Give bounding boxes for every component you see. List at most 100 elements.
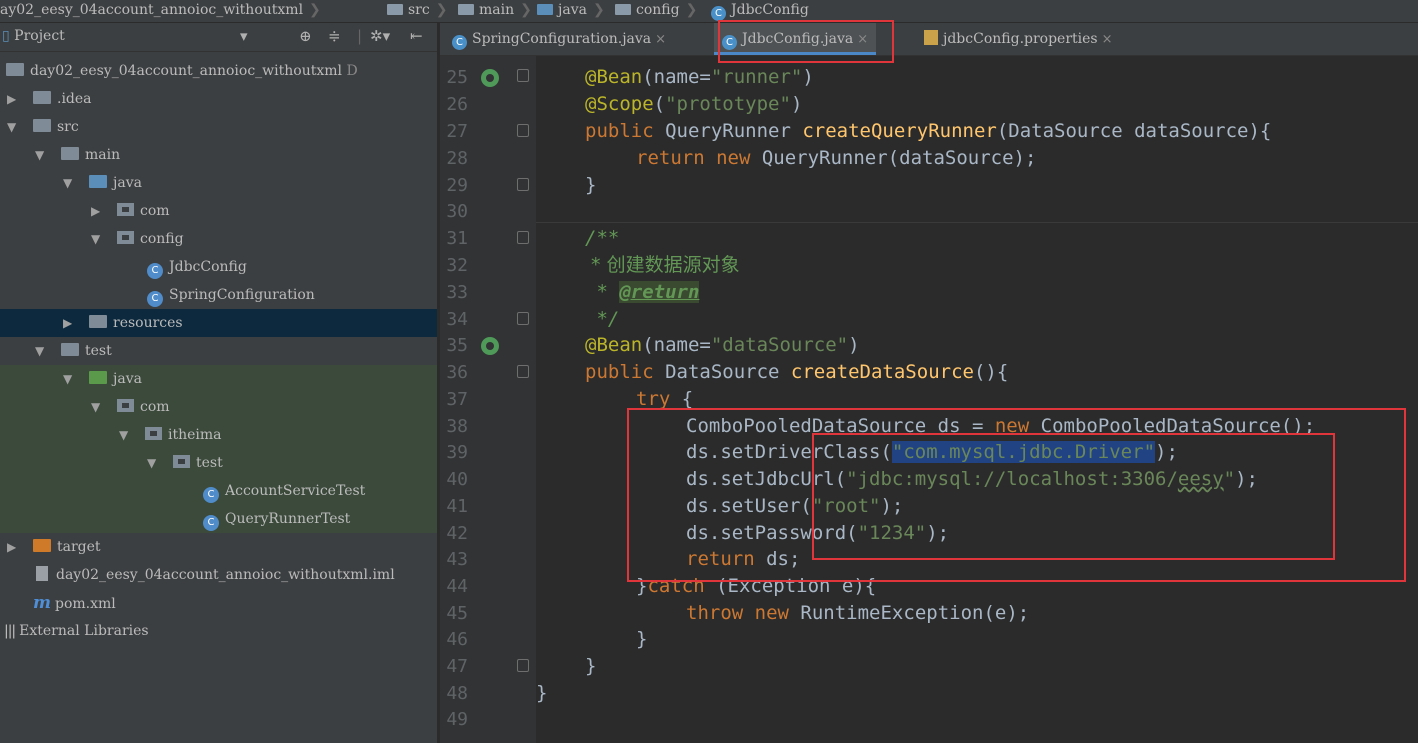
tree-item-label: QueryRunnerTest: [225, 511, 351, 527]
expand-arrow-icon[interactable]: ▶: [7, 85, 16, 113]
collapse-arrow-icon[interactable]: ▼: [147, 449, 156, 477]
module-file-icon: [36, 566, 48, 581]
line-number: 45: [446, 603, 468, 624]
line-number: 47: [446, 656, 468, 677]
code-line-32: * 创建数据源对象: [585, 254, 740, 276]
tree-item-config[interactable]: ▼ config: [0, 225, 437, 253]
editor-tabs: C SpringConfiguration.java × C JdbcConfig.j…: [440, 23, 1418, 56]
tree-item-idea[interactable]: ▶ .idea: [0, 85, 437, 113]
line-number: 29: [446, 175, 468, 196]
tree-item-project-root[interactable]: day02_eesy_04account_annoioc_withoutxml …: [0, 57, 437, 85]
tree-item-test[interactable]: ▼ test: [0, 337, 437, 365]
code-line-33: * @return: [585, 281, 700, 303]
tree-item-accountservicetest[interactable]: C AccountServiceTest: [0, 477, 437, 505]
package-icon: [173, 455, 190, 468]
collapse-arrow-icon[interactable]: ▼: [91, 393, 100, 421]
code-line-38: ComboPooledDataSource ds = new ComboPool…: [686, 415, 1316, 437]
code-line-43: return ds;: [686, 548, 801, 570]
breadcrumb-config[interactable]: config ❯: [615, 2, 697, 18]
expand-arrow-icon[interactable]: ▶: [7, 533, 16, 561]
code-line-29: }: [585, 174, 597, 196]
tree-item-label: itheima: [168, 427, 222, 443]
breadcrumb-main[interactable]: main ❯: [458, 2, 532, 18]
spring-bean-icon[interactable]: [481, 337, 499, 355]
fold-marker-icon[interactable]: [517, 178, 529, 191]
tree-item-test-pkg[interactable]: ▼ test: [0, 449, 437, 477]
tree-item-springconfiguration[interactable]: C SpringConfiguration: [0, 281, 437, 309]
hide-icon[interactable]: ⇤: [410, 27, 423, 45]
code-line-47: }: [585, 655, 597, 677]
code-line-31: /**: [585, 227, 620, 249]
folder-icon: [33, 91, 51, 104]
class-icon: C: [452, 35, 467, 50]
collapse-arrow-icon[interactable]: ▼: [63, 365, 72, 393]
collapse-arrow-icon[interactable]: ▼: [35, 337, 44, 365]
fold-marker-icon[interactable]: [517, 659, 529, 672]
tab-jdbcconfig-properties[interactable]: jdbcConfig.properties ×: [916, 23, 1121, 55]
project-view-selector[interactable]: ▯ Project: [2, 28, 65, 44]
code-line-46: }: [636, 628, 648, 650]
package-icon: [117, 203, 134, 216]
line-number: 28: [446, 148, 468, 169]
breadcrumb-jdbcconfig[interactable]: C JdbcConfig: [711, 2, 809, 21]
fold-marker-icon[interactable]: [517, 124, 529, 137]
tree-item-external-libraries[interactable]: ||| External Libraries: [0, 617, 437, 645]
code-line-36: public DataSource createDataSource(){: [585, 361, 1009, 383]
tree-item-java[interactable]: ▼ java: [0, 169, 437, 197]
target-icon[interactable]: ⊕: [299, 27, 312, 45]
collapse-arrow-icon[interactable]: ▼: [63, 169, 72, 197]
tree-item-test-com[interactable]: ▼ com: [0, 393, 437, 421]
tree-item-iml[interactable]: day02_eesy_04account_annoioc_withoutxml.…: [0, 561, 437, 589]
tree-item-jdbcconfig[interactable]: C JdbcConfig: [0, 253, 437, 281]
tree-item-itheima[interactable]: ▼ itheima: [0, 421, 437, 449]
tree-item-queryrunnertest[interactable]: C QueryRunnerTest: [0, 505, 437, 533]
tree-item-pom[interactable]: m pom.xml: [0, 589, 437, 617]
tree-item-label: java: [113, 371, 142, 387]
tree-item-main[interactable]: ▼ main: [0, 141, 437, 169]
tree-item-src[interactable]: ▼ src: [0, 113, 437, 141]
excluded-folder-icon: [33, 539, 51, 552]
expand-arrow-icon[interactable]: ▶: [63, 309, 72, 337]
properties-file-icon: [924, 30, 938, 45]
project-tree: day02_eesy_04account_annoioc_withoutxml …: [0, 52, 437, 743]
code-line-45: throw new RuntimeException(e);: [686, 602, 1030, 624]
spring-bean-icon[interactable]: [481, 69, 499, 87]
breadcrumb-src[interactable]: src ❯: [387, 2, 447, 18]
line-number: 48: [446, 683, 468, 704]
expand-arrow-icon[interactable]: ▶: [91, 197, 100, 225]
fold-marker-icon[interactable]: [517, 231, 529, 244]
tree-item-resources[interactable]: ▶ resources: [0, 309, 437, 337]
tab-springconfiguration[interactable]: C SpringConfiguration.java ×: [444, 23, 674, 55]
line-number: 33: [446, 282, 468, 303]
tab-jdbcconfig[interactable]: C JdbcConfig.java ×: [714, 23, 877, 55]
tree-item-label: SpringConfiguration: [169, 287, 315, 303]
tree-item-label: config: [140, 231, 184, 247]
breadcrumb-java[interactable]: java ❯: [537, 2, 605, 18]
fold-marker-icon[interactable]: [517, 365, 529, 378]
folder-icon: [61, 147, 79, 160]
gear-icon[interactable]: ✲▾: [370, 27, 390, 45]
tree-item-com[interactable]: ▶ com: [0, 197, 437, 225]
folder-icon: [387, 4, 403, 15]
package-icon: [145, 427, 162, 440]
breadcrumb-project[interactable]: ay02_eesy_04account_annoioc_withoutxml ❯: [0, 2, 321, 18]
line-number: 34: [446, 309, 468, 330]
chevron-down-icon[interactable]: ▾: [240, 27, 248, 45]
line-number: 38: [446, 416, 468, 437]
collapse-arrow-icon[interactable]: ▼: [7, 113, 16, 141]
tree-item-target[interactable]: ▶ target: [0, 533, 437, 561]
fold-marker-icon[interactable]: [517, 69, 529, 82]
code-line-28: return new QueryRunner(dataSource);: [636, 147, 1037, 169]
collapse-arrow-icon[interactable]: ▼: [91, 225, 100, 253]
class-icon: C: [147, 291, 163, 307]
close-icon[interactable]: ×: [655, 32, 666, 47]
collapse-arrow-icon[interactable]: ▼: [35, 141, 44, 169]
collapse-arrow-icon[interactable]: ▼: [119, 421, 128, 449]
close-icon[interactable]: ×: [1102, 32, 1113, 47]
selected-text[interactable]: "com.mysql.jdbc.Driver": [891, 441, 1156, 463]
tree-item-test-java[interactable]: ▼ java: [0, 365, 437, 393]
tree-item-label: main: [85, 147, 121, 163]
fold-marker-icon[interactable]: [517, 312, 529, 325]
collapse-icon[interactable]: ≑: [328, 27, 341, 45]
close-icon[interactable]: ×: [857, 32, 868, 47]
